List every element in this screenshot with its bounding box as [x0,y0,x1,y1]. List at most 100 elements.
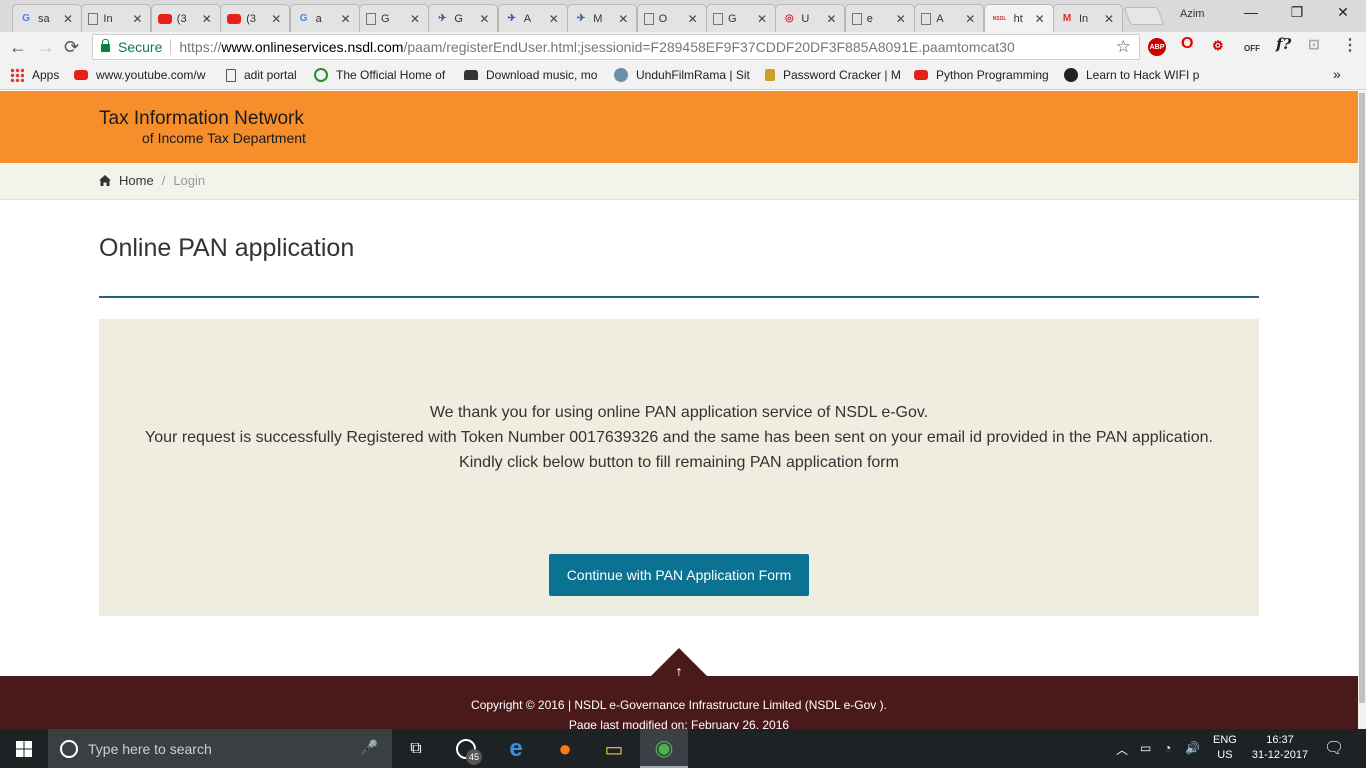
browser-tab[interactable]: ◎ U ✕ [775,4,846,32]
bookmark-python-programming[interactable]: Python Programming [914,68,1054,82]
start-button[interactable] [0,729,48,768]
tab-title: In [1079,12,1089,25]
tab-close-icon[interactable]: ✕ [549,12,561,26]
back-button[interactable]: ← [9,37,27,58]
secure-indicator[interactable]: Secure [101,39,162,55]
microphone-icon[interactable]: 🎤 [361,739,378,756]
continue-pan-form-button[interactable]: Continue with PAN Application Form [549,554,809,596]
tab-close-icon[interactable]: ✕ [618,12,630,26]
browser-tab[interactable]: M In ✕ [1053,4,1123,32]
minimize-button[interactable]: — [1228,4,1274,20]
tab-close-icon[interactable]: ✕ [965,12,977,26]
browser-tab[interactable]: Gsa ✕ [12,4,82,32]
action-center-icon[interactable]: 🗨 [1324,738,1344,758]
bookmark-download-music[interactable]: Download music, mo [464,68,602,82]
bookmark-password-cracker[interactable]: Password Cracker | M [765,68,905,82]
address-bar[interactable]: Secure https://www.onlineservices.nsdl.c… [92,34,1140,60]
brand-subtitle[interactable]: of Income Tax Department [142,130,306,146]
lions-icon [314,68,328,82]
lock-icon [765,69,775,81]
browser-tab[interactable]: Ga ✕ [289,4,360,32]
close-window-button[interactable]: ✕ [1320,4,1366,21]
tab-title: A [523,12,532,25]
brand-title[interactable]: Tax Information Network [99,108,304,130]
page-icon [851,12,862,25]
tab-close-icon[interactable]: ✕ [688,12,700,26]
reload-button[interactable]: ⟳ [64,37,79,58]
tab-close-icon[interactable]: ✕ [896,12,908,26]
youtube-icon [74,70,88,80]
edge-icon[interactable]: e [504,735,528,762]
browser-tab[interactable]: In ✕ [81,4,152,32]
menu-icon[interactable]: ⋮ [1342,35,1358,55]
tab-close-icon[interactable]: ✕ [479,12,491,26]
browser-tab[interactable]: ✈ M ✕ [567,4,638,32]
system-clock[interactable]: 16:37 31-12-2017 [1248,733,1312,763]
bookmark-youtube[interactable]: www.youtube.com/w [74,68,214,82]
bookmark-official-home[interactable]: The Official Home of [314,68,452,82]
bookmark-adit-portal[interactable]: adit portal [226,68,308,82]
network-icon[interactable]: ◔ [1164,741,1171,755]
aadhaar-icon: ◎ [785,13,794,24]
omnibox-divider [170,39,172,55]
opera-icon[interactable]: O [1181,35,1193,53]
browser-tab[interactable]: (3 ✕ [150,4,221,32]
volume-icon[interactable]: 🔊 [1185,741,1200,755]
browser-toolbar: ← → ⟳ Secure https://www.onlineservices.… [0,32,1366,62]
battery-icon[interactable]: ▭ [1140,741,1151,755]
restore-button[interactable]: ❐ [1274,4,1320,21]
bookmark-unduhfilmrama[interactable]: UnduhFilmRama | Sit [614,68,752,82]
url-path: /paam/registerEndUser.html;jsessionid=F2… [403,39,1015,55]
browser-tab[interactable]: G ✕ [359,4,429,32]
tab-close-icon[interactable]: ✕ [271,12,283,26]
scrollbar-thumb[interactable] [1359,93,1365,703]
language-indicator[interactable]: ENG US [1213,733,1237,763]
bookmarks-overflow-button[interactable]: » [1333,66,1341,82]
google-icon: G [299,13,308,24]
browser-tab[interactable]: ✈ G ✕ [428,4,499,32]
browser-tab[interactable]: G ✕ [706,4,776,32]
bookmark-learn-to-hack[interactable]: Learn to Hack WIFI p [1064,68,1204,82]
page-scrollbar[interactable] [1358,91,1366,729]
browser-tab[interactable]: A ✕ [914,4,985,32]
off-extension-icon[interactable]: OFF [1244,44,1260,53]
tab-close-icon[interactable]: ✕ [1104,12,1116,26]
browser-tab[interactable]: O ✕ [636,4,707,32]
breadcrumb-home-link[interactable]: Home [119,173,154,188]
browser-tab[interactable]: NSDL ht ✕ [983,4,1054,32]
tab-title: (3 [246,12,256,25]
forward-button[interactable]: → [37,37,55,58]
youtube-icon [914,70,928,80]
taskbar-search-box[interactable]: Type here to search 🎤 [48,729,392,768]
adblock-icon[interactable]: ABP [1148,38,1166,56]
chrome-taskbar-icon[interactable]: ◉ [640,729,688,768]
bookmark-apps[interactable]: Apps [10,68,70,82]
tab-close-icon[interactable]: ✕ [757,12,769,26]
tab-close-icon[interactable]: ✕ [1035,12,1047,26]
task-view-icon[interactable]: ⧉ [404,737,428,761]
bookmark-star-icon[interactable]: ☆ [1116,37,1131,57]
browser-tab[interactable]: ✈ A ✕ [497,4,568,32]
bookmark-label: adit portal [244,68,297,82]
file-explorer-icon[interactable]: ▭ [602,737,626,761]
site-header: Tax Information Network of Income Tax De… [0,91,1358,163]
tab-close-icon[interactable]: ✕ [826,12,838,26]
formula-extension-icon[interactable]: f? [1276,35,1291,53]
tab-close-icon[interactable]: ✕ [202,12,214,26]
pdf-extension-icon[interactable]: ⊡ [1308,36,1320,53]
firefox-icon[interactable]: ● [553,736,577,761]
tab-close-icon[interactable]: ✕ [63,12,75,26]
new-tab-button[interactable] [1123,7,1165,25]
extension-icon[interactable]: ⚙ [1212,38,1224,54]
bookmark-label: Learn to Hack WIFI p [1086,68,1200,82]
tab-close-icon[interactable]: ✕ [410,12,422,26]
profile-button[interactable]: Azim [1180,8,1204,20]
browser-tab[interactable]: e ✕ [844,4,915,32]
tab-title: In [103,12,113,25]
tab-close-icon[interactable]: ✕ [341,12,353,26]
browser-tab[interactable]: (3 ✕ [220,4,291,32]
show-hidden-icons-button[interactable]: ︿ [1116,741,1128,758]
tab-close-icon[interactable]: ✕ [132,12,144,26]
app-with-badge-icon[interactable]: 45 [454,737,482,765]
nsdl-icon: NSDL [992,15,1007,22]
